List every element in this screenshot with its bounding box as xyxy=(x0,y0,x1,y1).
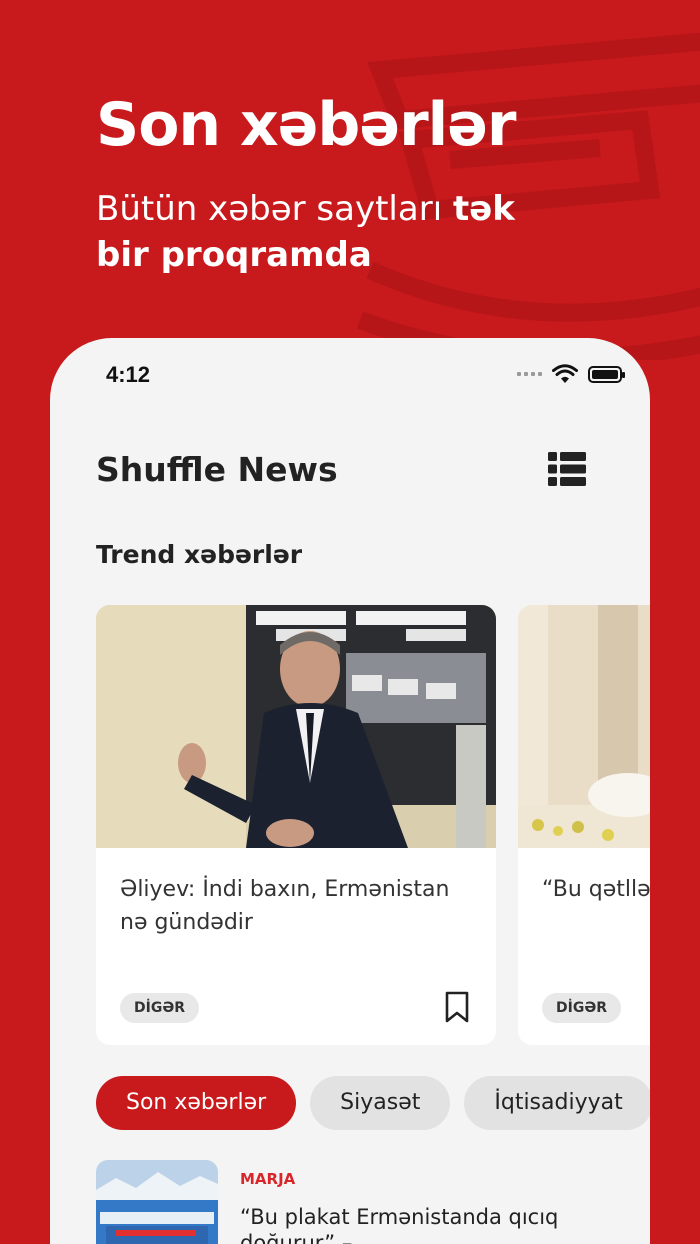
trending-card-title: “Bu qətlləri qazandırmaq xyxy=(542,877,650,902)
trending-card-title: Əliyev: İndi baxın, Ermənistan nə gündəd… xyxy=(120,877,450,935)
category-tabs: Son xəbərlər Siyasət İqtisadiyyat xyxy=(96,1076,650,1130)
hero-title: Son xəbərlər xyxy=(96,90,517,160)
cellular-signal-icon xyxy=(517,372,542,376)
status-icons xyxy=(517,364,625,384)
trending-card[interactable]: Əliyev: İndi baxın, Ermənistan nə gündəd… xyxy=(96,605,496,1045)
trending-card-image xyxy=(96,605,496,848)
news-source: MARJA xyxy=(240,1170,296,1188)
phone-screen: 4:12 Shuffle News Trend xəbərlər Əliyev:… xyxy=(50,338,650,1244)
tab-politics[interactable]: Siyasət xyxy=(310,1076,451,1130)
tab-economy[interactable]: İqtisadiyyat xyxy=(464,1076,650,1130)
wifi-icon xyxy=(552,364,578,383)
hero-subtitle-regular: Bütün xəbər saytları xyxy=(96,189,453,229)
news-list-item[interactable]: MARJA “Bu plakat Ermənistanda qıcıq doğu… xyxy=(96,1160,616,1244)
hero-subtitle: Bütün xəbər saytları tək bir proqramda xyxy=(96,186,556,278)
bookmark-icon[interactable] xyxy=(444,991,470,1023)
trending-section-title: Trend xəbərlər xyxy=(96,540,303,569)
app-title: Shuffle News xyxy=(96,450,338,489)
list-view-icon[interactable] xyxy=(548,452,586,486)
status-time: 4:12 xyxy=(106,362,151,387)
tab-latest-news[interactable]: Son xəbərlər xyxy=(96,1076,297,1130)
category-badge: DİGƏR xyxy=(120,993,199,1023)
battery-icon xyxy=(588,365,625,383)
news-title: “Bu plakat Ermənistanda qıcıq doğurur” – xyxy=(240,1205,559,1244)
category-badge: DİGƏR xyxy=(542,993,621,1023)
trending-card[interactable]: “Bu qətlləri qazandırmaq DİGƏR xyxy=(518,605,650,1045)
trending-card-image xyxy=(518,605,650,848)
news-thumbnail xyxy=(96,1160,218,1244)
